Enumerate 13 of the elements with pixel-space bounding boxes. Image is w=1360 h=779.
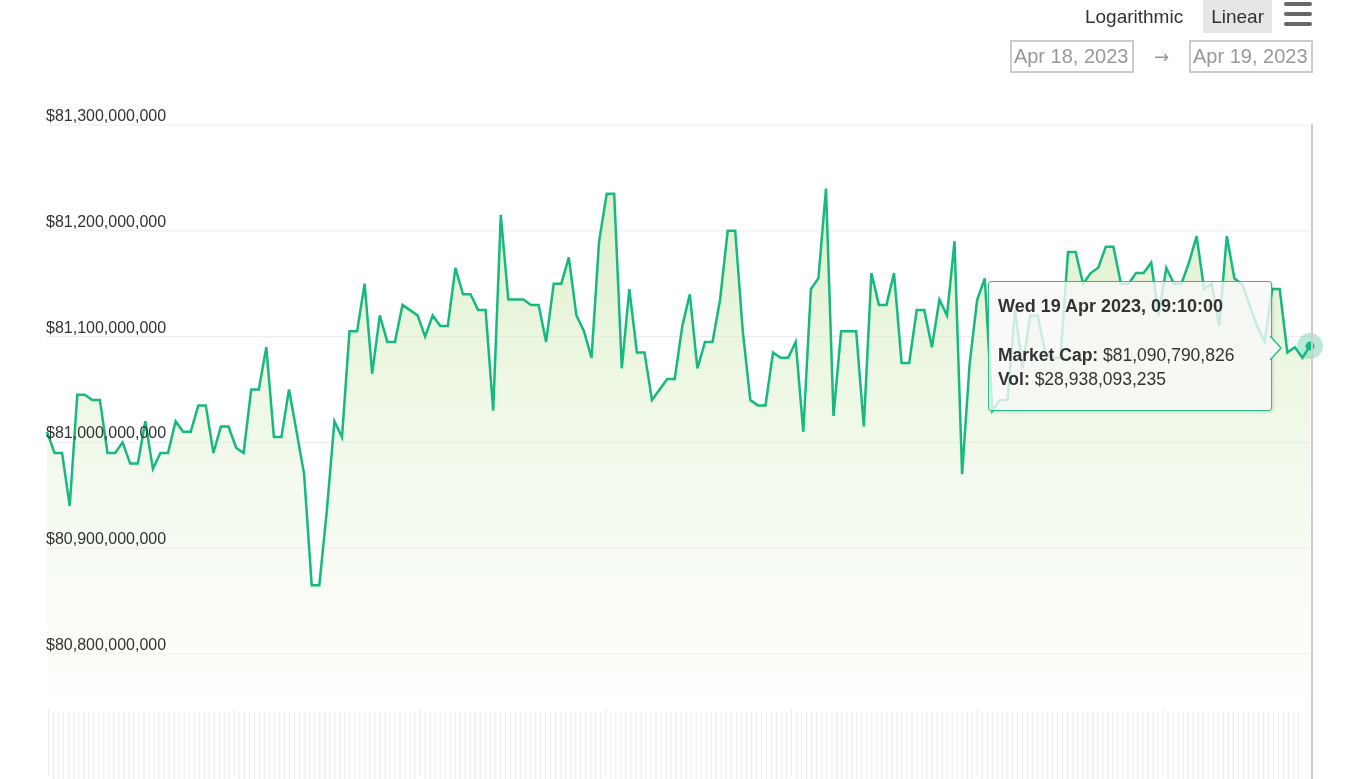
hover-marker bbox=[1297, 333, 1323, 360]
tooltip-row-text: Vol: $28,938,093,235 bbox=[998, 368, 1167, 391]
tooltip-row-text: Market Cap: $81,090,790,826 bbox=[998, 344, 1236, 367]
y-axis-label: $80,900,000,000 bbox=[46, 530, 167, 548]
scale-tab[interactable]: Linear bbox=[1203, 0, 1272, 33]
y-axis-label: $81,200,000,000 bbox=[46, 212, 167, 230]
scale-tab[interactable]: Logarithmic bbox=[1076, 0, 1192, 33]
y-axis-label: $81,300,000,000 bbox=[46, 107, 167, 124]
y-axis-label: $81,100,000,000 bbox=[46, 318, 167, 336]
menu-icon[interactable] bbox=[1284, 1, 1312, 26]
y-axis-label: $80,800,000,000 bbox=[46, 636, 167, 653]
range-separator: → bbox=[1152, 46, 1170, 67]
tooltip-title: Wed 19 Apr 2023, 09:10:00 bbox=[998, 296, 1225, 317]
